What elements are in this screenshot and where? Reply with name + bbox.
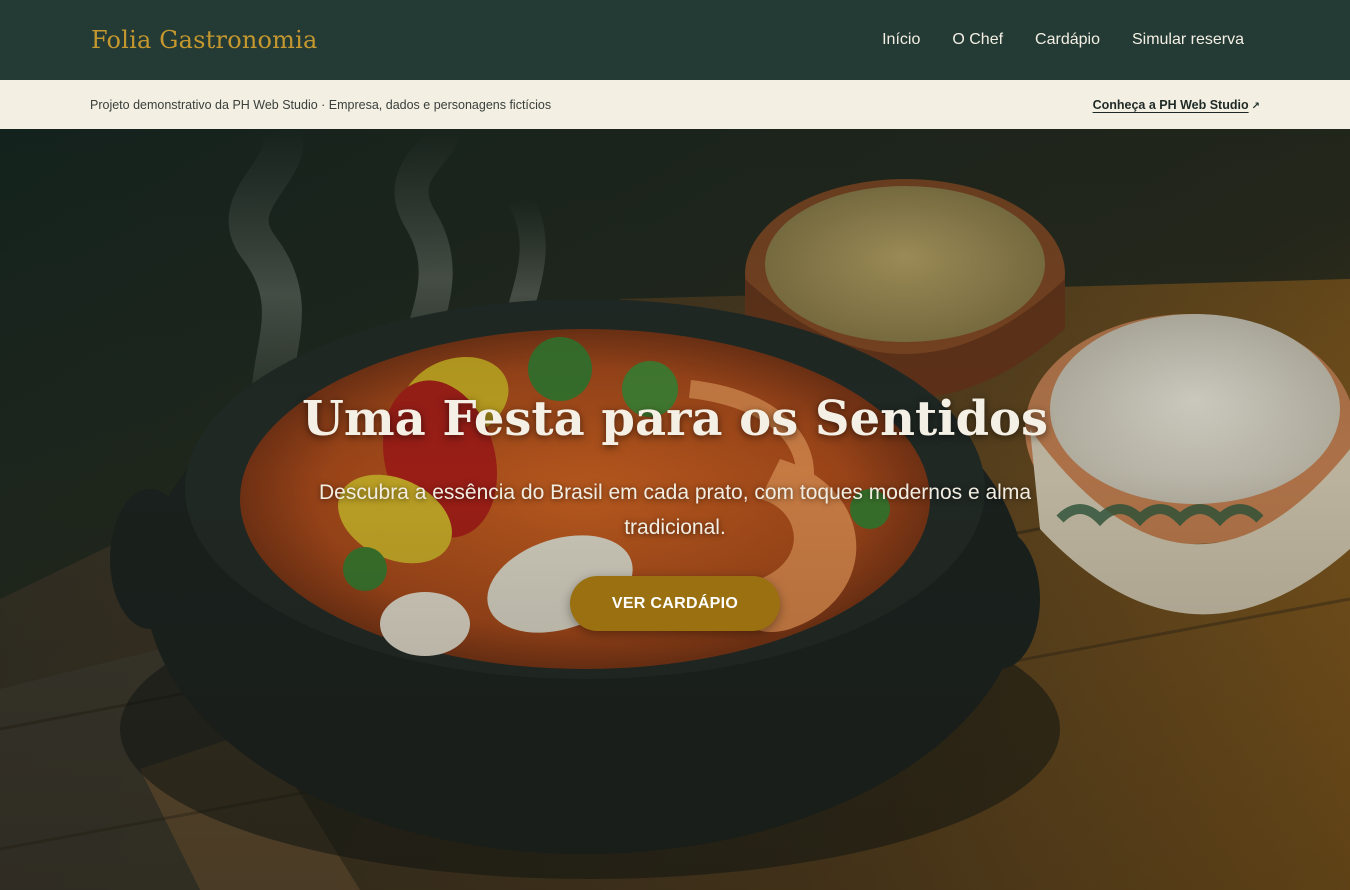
site-header: Folia Gastronomia Início O Chef Cardápio… <box>0 0 1350 80</box>
demo-banner-text: Projeto demonstrativo da PH Web Studio ·… <box>90 97 552 112</box>
main-nav: Início O Chef Cardápio Simular reserva <box>882 31 1244 49</box>
hero-content: Uma Festa para os Sentidos Descubra a es… <box>0 129 1350 890</box>
nav-link-cardapio[interactable]: Cardápio <box>1035 31 1100 49</box>
studio-link-label: Conheça a PH Web Studio <box>1092 97 1249 112</box>
nav-link-o-chef[interactable]: O Chef <box>952 31 1003 49</box>
brand-logo[interactable]: Folia Gastronomia <box>91 26 318 54</box>
studio-link[interactable]: Conheça a PH Web Studio ↗ <box>1093 98 1260 112</box>
nav-link-simular-reserva[interactable]: Simular reserva <box>1132 31 1244 49</box>
hero-subtitle: Descubra a essência do Brasil em cada pr… <box>318 481 1032 539</box>
nav-link-inicio[interactable]: Início <box>882 31 920 49</box>
demo-banner: Projeto demonstrativo da PH Web Studio ·… <box>0 80 1350 129</box>
hero-section: Uma Festa para os Sentidos Descubra a es… <box>0 129 1350 890</box>
external-link-icon: ↗ <box>1251 100 1260 112</box>
view-menu-button[interactable]: VER CARDÁPIO <box>570 576 780 631</box>
hero-title: Uma Festa para os Sentidos <box>301 391 1049 447</box>
